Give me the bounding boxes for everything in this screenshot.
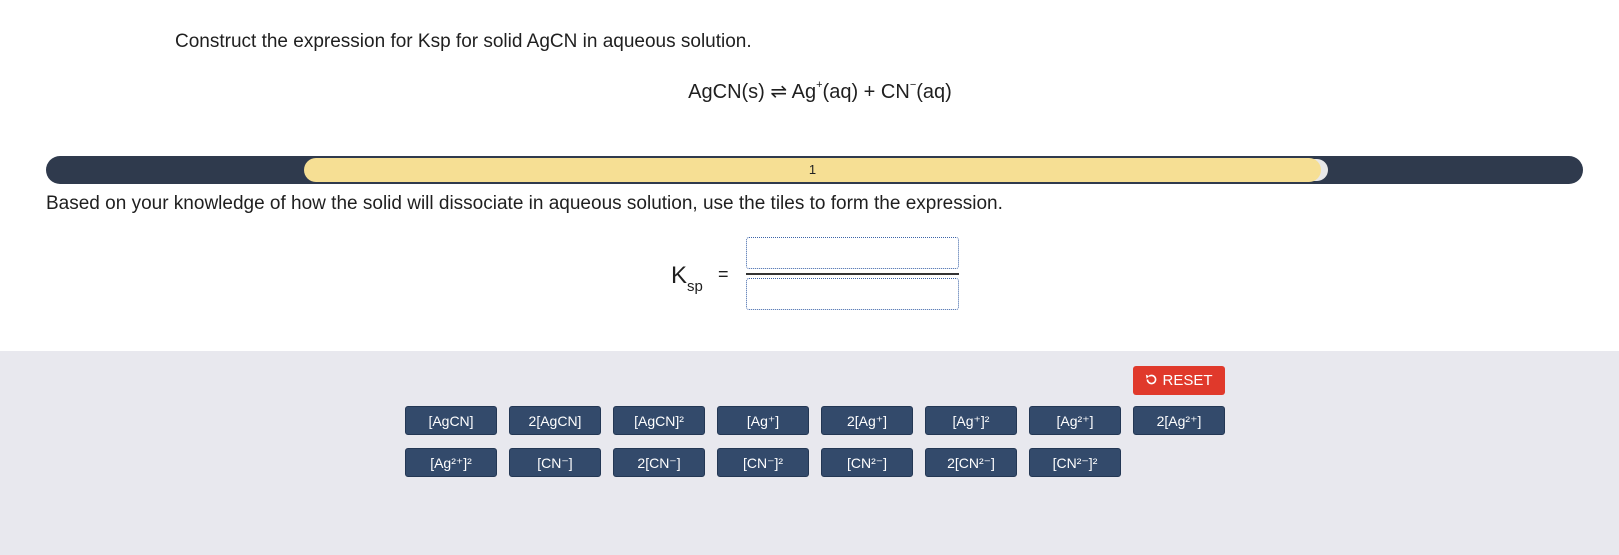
question-text: Construct the expression for Ksp for sol…	[175, 31, 752, 52]
ksp-label: Ksp	[671, 262, 703, 295]
tile-agcn-squared[interactable]: [AgCN]²	[613, 406, 705, 435]
undo-icon	[1145, 366, 1158, 395]
tile-cn-2minus[interactable]: [CN²⁻]	[821, 448, 913, 477]
tile-cn-2minus-squared[interactable]: [CN²⁻]²	[1029, 448, 1121, 477]
tile-2-cn-minus[interactable]: 2[CN⁻]	[613, 448, 705, 477]
page: Construct the expression for Ksp for sol…	[0, 0, 1619, 555]
equals-sign: =	[718, 264, 729, 284]
tile-2-ag-plus[interactable]: 2[Ag⁺]	[821, 406, 913, 435]
anion-state: (aq)	[916, 81, 952, 103]
ksp-main: K	[671, 262, 688, 289]
anion-charge: −	[909, 79, 917, 92]
tile-ag-2plus[interactable]: [Ag²⁺]	[1029, 406, 1121, 435]
equation-cation: Ag	[791, 81, 817, 103]
tile-2-agcn[interactable]: 2[AgCN]	[509, 406, 601, 435]
instruction-text: Based on your knowledge of how the solid…	[46, 193, 1003, 214]
tile-agcn[interactable]: [AgCN]	[405, 406, 497, 435]
step-progress-track: 1	[46, 156, 1583, 184]
step-1-segment[interactable]: 1	[304, 158, 1321, 182]
reset-button[interactable]: RESET	[1133, 366, 1225, 395]
equation-reactant: AgCN(s)	[688, 81, 765, 103]
cation-state: (aq)	[822, 81, 859, 103]
equation-plus: +	[863, 81, 876, 103]
equilibrium-arrow: ⇌	[770, 81, 788, 103]
reset-label: RESET	[1162, 372, 1213, 389]
tile-cn-minus[interactable]: [CN⁻]	[509, 448, 601, 477]
tile-ag-plus[interactable]: [Ag⁺]	[717, 406, 809, 435]
dissociation-equation: AgCN(s) ⇌ Ag+(aq) + CN−(aq)	[0, 79, 1619, 104]
numerator-dropzone[interactable]	[746, 237, 959, 269]
cation-charge: +	[816, 79, 823, 92]
tile-ag-plus-squared[interactable]: [Ag⁺]²	[925, 406, 1017, 435]
equation-anion: CN	[880, 81, 910, 103]
denominator-dropzone[interactable]	[746, 278, 959, 310]
tile-bank	[0, 351, 1619, 555]
tile-cn-minus-squared[interactable]: [CN⁻]²	[717, 448, 809, 477]
ksp-subscript: sp	[687, 277, 703, 295]
tile-ag-2plus-squared[interactable]: [Ag²⁺]²	[405, 448, 497, 477]
fraction-bar	[746, 273, 959, 275]
tile-2-ag-2plus[interactable]: 2[Ag²⁺]	[1133, 406, 1225, 435]
tile-2-cn-2minus[interactable]: 2[CN²⁻]	[925, 448, 1017, 477]
